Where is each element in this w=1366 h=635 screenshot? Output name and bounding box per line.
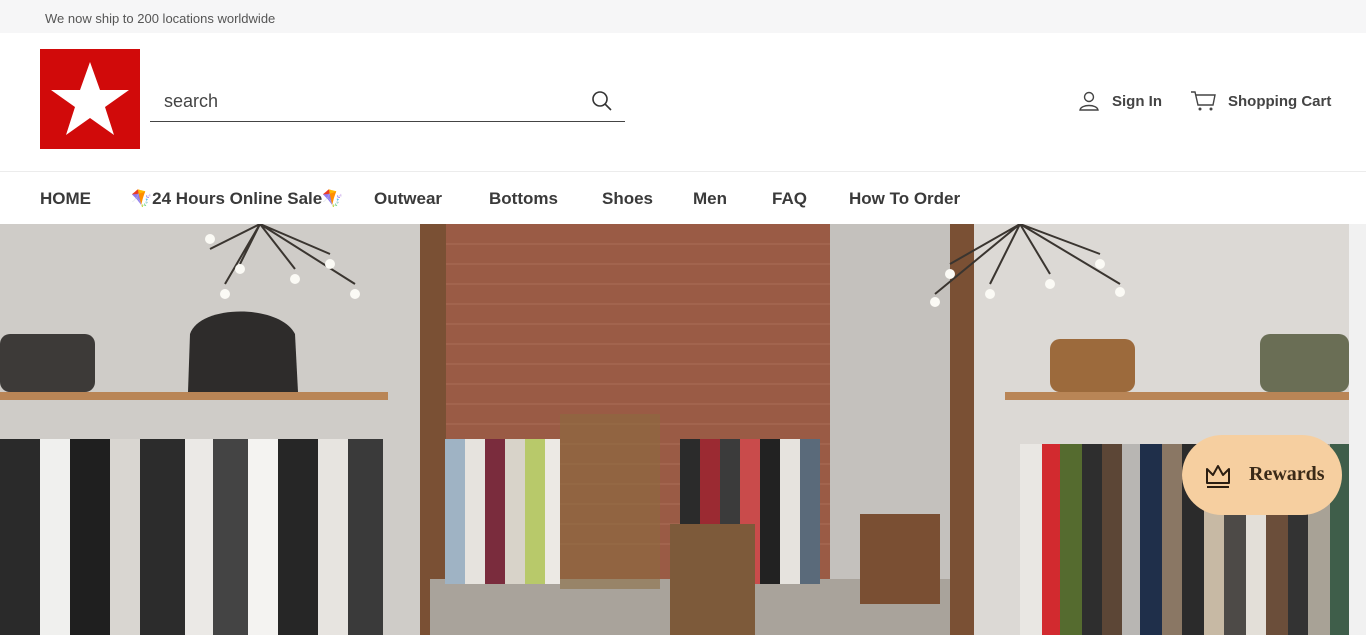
nav-item-bottoms[interactable]: Bottoms [489, 189, 558, 209]
nav-item-men[interactable]: Men [693, 189, 727, 209]
star-icon [51, 62, 129, 135]
nav-item-24-hours-online-sale[interactable]: 🪁24 Hours Online Sale🪁 [131, 189, 343, 209]
crown-icon [1206, 465, 1230, 488]
sign-in-link[interactable]: Sign In [1078, 89, 1162, 113]
shopping-cart-link[interactable]: Shopping Cart [1190, 89, 1331, 113]
search-box [150, 81, 625, 122]
announcement-text: We now ship to 200 locations worldwide [45, 11, 276, 26]
search-input[interactable] [162, 87, 582, 115]
announcement-bar: We now ship to 200 locations worldwide [0, 0, 1366, 33]
hero-banner-image[interactable] [0, 224, 1349, 635]
cart-icon [1191, 91, 1216, 111]
nav-item-home[interactable]: HOME [40, 189, 91, 209]
nav-item-faq[interactable]: FAQ [772, 189, 807, 209]
site-header: Sign In Shopping Cart [0, 33, 1366, 172]
nav-item-outwear[interactable]: Outwear [374, 189, 442, 209]
nav-item-how-to-order[interactable]: How To Order [849, 189, 960, 209]
rewards-label: Rewards [1249, 463, 1325, 485]
sign-in-label: Sign In [1112, 92, 1162, 110]
rewards-button[interactable]: Rewards [1182, 435, 1342, 515]
user-icon [1079, 91, 1099, 111]
scrollbar[interactable] [1349, 224, 1366, 635]
store-interior-illustration [0, 224, 1349, 635]
nav-item-shoes[interactable]: Shoes [602, 189, 653, 209]
search-icon[interactable] [590, 89, 614, 113]
shopping-cart-label: Shopping Cart [1228, 92, 1332, 110]
main-nav: HOME 🪁24 Hours Online Sale🪁 Outwear Bott… [0, 173, 1366, 224]
logo[interactable] [40, 49, 140, 149]
